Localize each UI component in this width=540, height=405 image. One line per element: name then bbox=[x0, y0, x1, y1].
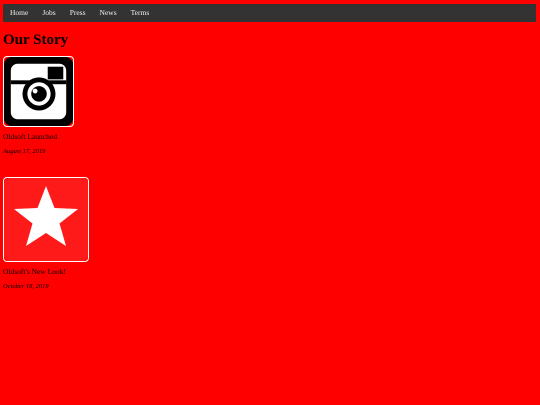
story-thumbnail[interactable] bbox=[3, 177, 89, 262]
story-item: Oldsoft Launched August 17, 2019 bbox=[3, 56, 74, 157]
story-date: August 17, 2019 bbox=[3, 148, 46, 155]
nav-link-jobs[interactable]: Jobs bbox=[35, 4, 62, 22]
nav-link-home[interactable]: Home bbox=[3, 4, 35, 22]
story-date: October 18, 2019 bbox=[3, 283, 49, 290]
story-thumbnail[interactable] bbox=[3, 56, 74, 127]
nav-link-press[interactable]: Press bbox=[63, 4, 93, 22]
star-icon bbox=[4, 178, 88, 261]
nav-link-news[interactable]: News bbox=[93, 4, 124, 22]
story-title[interactable]: Oldsoft Launched bbox=[3, 132, 74, 142]
story-item: Oldsoft's New Look! October 18, 2019 bbox=[3, 177, 89, 292]
story-title[interactable]: Oldsoft's New Look! bbox=[3, 267, 89, 277]
camera-icon bbox=[4, 57, 73, 126]
nav-link-terms[interactable]: Terms bbox=[124, 4, 157, 22]
top-navbar: Home Jobs Press News Terms bbox=[3, 4, 536, 22]
page-title: Our Story bbox=[3, 32, 69, 48]
